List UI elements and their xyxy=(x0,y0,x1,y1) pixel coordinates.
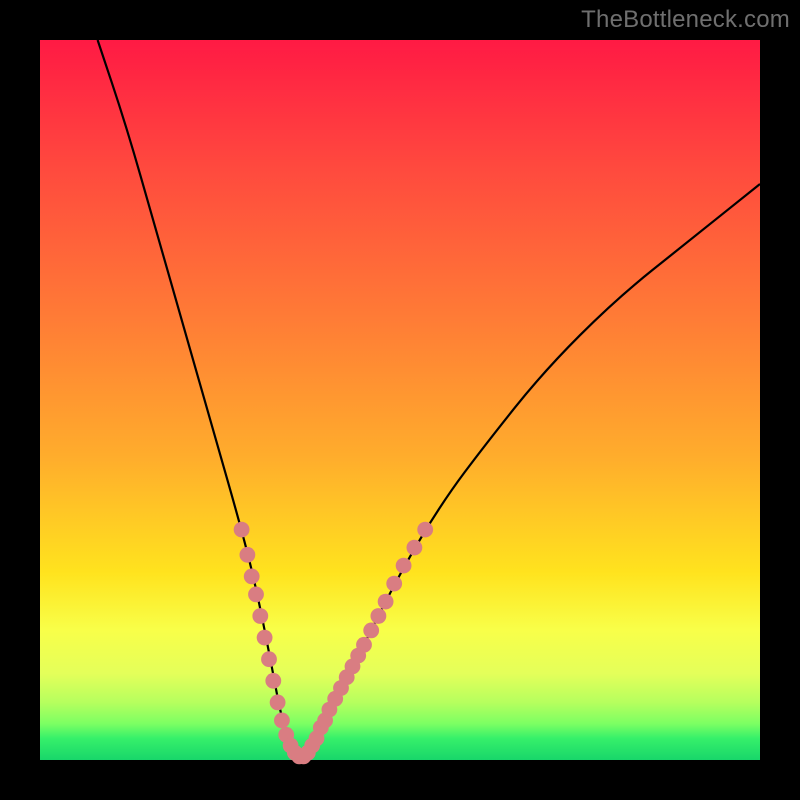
marker-point xyxy=(234,522,250,538)
marker-point xyxy=(356,637,372,653)
marker-point xyxy=(417,522,433,538)
marker-point xyxy=(396,558,412,574)
marker-point xyxy=(274,713,290,729)
curve-svg xyxy=(40,40,760,760)
plot-area xyxy=(40,40,760,760)
marker-point xyxy=(378,594,394,610)
highlight-markers xyxy=(234,522,433,765)
marker-point xyxy=(371,608,387,624)
bottleneck-curve xyxy=(98,40,760,755)
marker-point xyxy=(261,651,277,667)
chart-frame: TheBottleneck.com xyxy=(0,0,800,800)
watermark-text: TheBottleneck.com xyxy=(581,6,790,34)
marker-point xyxy=(244,569,260,585)
marker-point xyxy=(270,695,286,711)
marker-point xyxy=(407,540,423,556)
marker-point xyxy=(265,673,281,689)
marker-point xyxy=(240,547,256,563)
marker-point xyxy=(248,587,264,603)
marker-point xyxy=(386,576,402,592)
marker-point xyxy=(257,630,273,646)
marker-point xyxy=(252,608,268,624)
marker-point xyxy=(363,623,379,639)
